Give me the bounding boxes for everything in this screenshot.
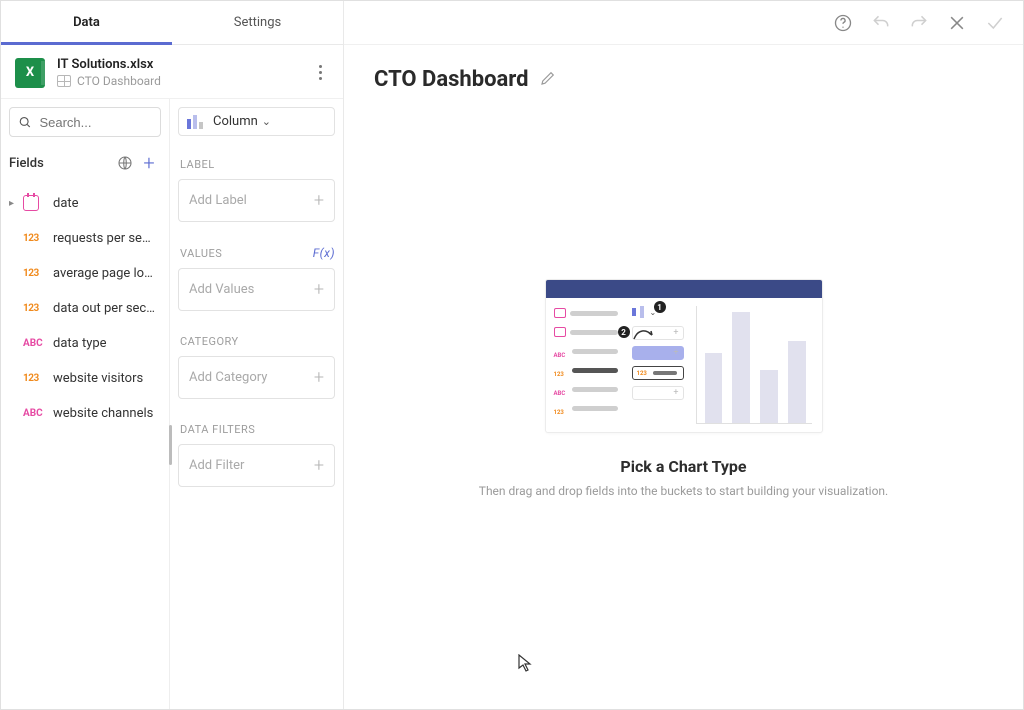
label-section-title: LABEL: [180, 158, 335, 171]
tab-settings-label: Settings: [234, 15, 281, 30]
field-label: requests per se…: [53, 231, 151, 246]
fields-list: ▸ date 123 requests per se… 123 average …: [9, 185, 161, 431]
filters-section-title: DATA FILTERS: [180, 423, 335, 436]
dashboard-canvas: CTO Dashboard: [344, 45, 1023, 709]
file-info: X IT Solutions.xlsx CTO Dashboard: [1, 45, 343, 99]
plus-icon: +: [314, 190, 324, 211]
tab-data[interactable]: Data: [1, 1, 172, 44]
file-menu-button[interactable]: [311, 65, 329, 80]
field-label: data out per sec…: [53, 301, 155, 316]
help-button[interactable]: [833, 13, 853, 33]
dashboard-title: CTO Dashboard: [374, 67, 529, 92]
field-search[interactable]: [9, 107, 161, 137]
sheet-name: CTO Dashboard: [77, 74, 161, 88]
chart-type-label: Column: [213, 114, 258, 129]
empty-state-subtitle: Then drag and drop fields into the bucke…: [479, 484, 888, 498]
excel-file-icon: X: [15, 58, 45, 88]
field-label: average page lo…: [53, 266, 153, 281]
category-placeholder: Add Category: [189, 370, 267, 385]
chevron-down-icon: ⌄: [262, 115, 271, 128]
undo-button[interactable]: [871, 13, 891, 33]
category-dropzone[interactable]: Add Category +: [178, 356, 335, 399]
field-website-channels[interactable]: ABC website channels: [9, 396, 161, 431]
date-type-icon: [23, 195, 39, 211]
field-average-page-lo[interactable]: 123 average page lo…: [9, 256, 161, 291]
chart-type-picker[interactable]: Column ⌄: [178, 107, 335, 136]
close-button[interactable]: [947, 13, 967, 33]
field-requests-per-se[interactable]: 123 requests per se…: [9, 221, 161, 256]
search-input[interactable]: [39, 115, 152, 130]
label-placeholder: Add Label: [189, 193, 247, 208]
fields-header-label: Fields: [9, 156, 44, 171]
plus-icon: +: [143, 151, 154, 175]
field-label: website channels: [53, 406, 153, 421]
field-label: date: [53, 196, 79, 211]
empty-state-illustration: 1 ⌄ 2 + + +: [545, 279, 823, 433]
values-placeholder: Add Values: [189, 282, 254, 297]
add-field-button[interactable]: +: [137, 151, 161, 175]
number-type-icon: 123: [23, 268, 39, 279]
field-date[interactable]: ▸ date: [9, 185, 161, 221]
fx-button[interactable]: F(x): [313, 246, 335, 260]
text-type-icon: ABC: [23, 338, 43, 349]
field-label: data type: [53, 336, 107, 351]
fields-header: Fields +: [9, 151, 161, 175]
empty-state: 1 ⌄ 2 + + +: [374, 98, 993, 679]
editor-tabs: Data Settings: [1, 1, 343, 45]
field-website-visitors[interactable]: 123 website visitors: [9, 361, 161, 396]
filters-dropzone[interactable]: Add Filter +: [178, 444, 335, 487]
field-label: website visitors: [53, 371, 143, 386]
redo-button[interactable]: [909, 13, 929, 33]
values-dropzone[interactable]: Add Values +: [178, 268, 335, 311]
plus-icon: +: [314, 367, 324, 388]
confirm-button[interactable]: [985, 13, 1005, 33]
edit-title-button[interactable]: [539, 69, 557, 91]
number-type-icon: 123: [23, 373, 39, 384]
column-chart-icon: [187, 115, 205, 129]
plus-icon: +: [314, 279, 324, 300]
values-section-title: VALUES F(x): [180, 246, 335, 260]
filters-placeholder: Add Filter: [189, 458, 244, 473]
number-type-icon: 123: [23, 233, 39, 244]
field-data-type[interactable]: ABC data type: [9, 326, 161, 361]
empty-state-title: Pick a Chart Type: [620, 457, 746, 476]
field-data-out-per-sec[interactable]: 123 data out per sec…: [9, 291, 161, 326]
file-name: IT Solutions.xlsx: [57, 57, 161, 72]
sheet-icon: [57, 75, 71, 87]
scroll-indicator[interactable]: [169, 425, 172, 465]
category-section-title: CATEGORY: [180, 335, 335, 348]
label-dropzone[interactable]: Add Label +: [178, 179, 335, 222]
expand-icon[interactable]: ▸: [9, 198, 23, 209]
calculated-field-button[interactable]: [113, 151, 137, 175]
editor-toolbar: [344, 1, 1023, 45]
search-icon: [18, 114, 31, 130]
tab-settings[interactable]: Settings: [172, 1, 343, 44]
plus-icon: +: [314, 455, 324, 476]
tab-data-label: Data: [73, 15, 100, 30]
number-type-icon: 123: [23, 303, 39, 314]
text-type-icon: ABC: [23, 408, 43, 419]
